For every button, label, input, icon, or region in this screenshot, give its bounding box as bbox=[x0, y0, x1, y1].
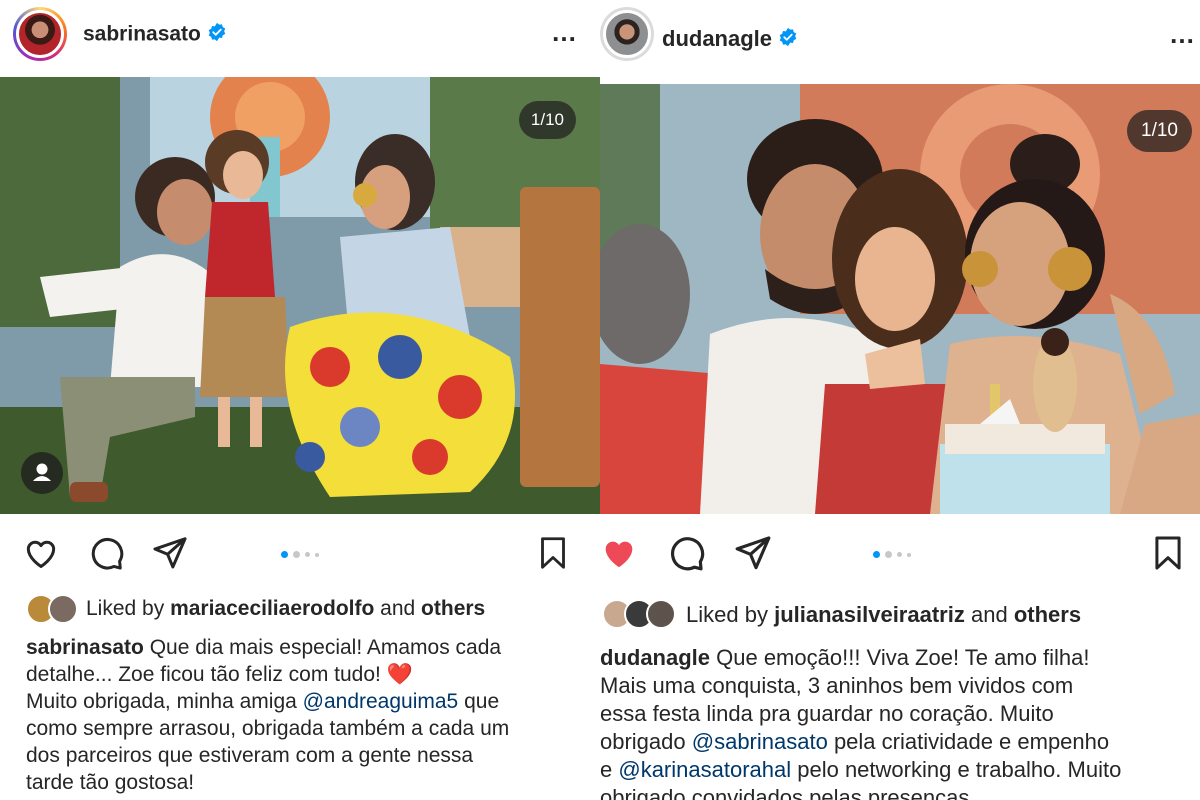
comment-icon bbox=[671, 537, 705, 571]
more-options-icon[interactable]: … bbox=[1169, 21, 1196, 47]
liker-avatar bbox=[646, 599, 676, 629]
caption-text: dos parceiros que estiveram com a gente … bbox=[26, 744, 474, 767]
username-link[interactable]: dudanagle bbox=[662, 26, 798, 53]
caption-text: essa festa linda pra guardar no coração.… bbox=[600, 701, 1054, 726]
verified-badge-icon bbox=[778, 27, 798, 53]
post-header: dudanagle … bbox=[600, 0, 1200, 72]
carousel-dot bbox=[293, 551, 300, 558]
likes-others-link[interactable]: others bbox=[421, 597, 485, 620]
likes-connector: and bbox=[380, 597, 416, 620]
liker-username-link[interactable]: mariaceciliaerodolfo bbox=[170, 597, 374, 620]
comment-button[interactable] bbox=[663, 530, 709, 576]
liker-username-link[interactable]: julianasilveiraatriz bbox=[774, 602, 965, 627]
avatar[interactable] bbox=[13, 7, 67, 61]
likes-prefix: Liked by bbox=[86, 597, 165, 620]
carousel-dot-active bbox=[281, 551, 288, 558]
share-button[interactable] bbox=[147, 530, 193, 576]
post-photo[interactable]: 1/10 bbox=[600, 84, 1200, 514]
bookmark-icon bbox=[1155, 536, 1181, 570]
likes-summary: Liked by mariaceciliaerodolfo and others bbox=[0, 592, 600, 628]
action-bar bbox=[600, 530, 1200, 580]
carousel-dot bbox=[897, 552, 902, 557]
more-options-icon[interactable]: … bbox=[551, 19, 578, 45]
liker-avatars[interactable] bbox=[602, 599, 676, 629]
post-dudanagle: dudanagle … 1/10 Liked by julianasilveir… bbox=[600, 0, 1200, 800]
caption-text: pela criatividade e empenho bbox=[827, 729, 1110, 754]
post-sabrinasato: sabrinasato … 1/10 Liked by mariacecilia… bbox=[0, 0, 600, 800]
caption-author-link[interactable]: dudanagle bbox=[600, 645, 710, 670]
likes-text[interactable]: Liked by mariaceciliaerodolfo and others bbox=[86, 597, 485, 621]
carousel-dot bbox=[305, 552, 310, 557]
comment-icon bbox=[91, 538, 124, 570]
caption-text: tarde tão gostosa! bbox=[26, 771, 195, 794]
action-bar bbox=[0, 530, 600, 580]
caption-text: obrigado bbox=[600, 729, 692, 754]
caption-text: e bbox=[600, 757, 619, 782]
liker-avatars[interactable] bbox=[26, 594, 78, 624]
post-photo[interactable]: 1/10 bbox=[0, 77, 600, 514]
comment-button[interactable] bbox=[83, 530, 129, 576]
caption-text: obrigado convidados pelas presenças. bbox=[600, 785, 976, 800]
verified-badge-icon bbox=[207, 22, 227, 48]
caption-text: como sempre arrasou, obrigada também a c… bbox=[26, 717, 510, 740]
likes-text[interactable]: Liked by julianasilveiraatriz and others bbox=[686, 602, 1081, 628]
mention-link[interactable]: @karinasatorahal bbox=[618, 757, 791, 782]
carousel-dot bbox=[885, 551, 892, 558]
mention-link[interactable]: @sabrinasato bbox=[692, 729, 828, 754]
carousel-dot bbox=[315, 552, 319, 557]
carousel-dots bbox=[873, 551, 911, 558]
caption-text: Mais uma conquista, 3 aninhos bem vivido… bbox=[600, 673, 1074, 698]
mention-link[interactable]: @andreaguima5 bbox=[303, 690, 459, 713]
red-heart-emoji-icon: ❤️ bbox=[386, 663, 413, 686]
like-button[interactable] bbox=[600, 530, 642, 576]
user-icon bbox=[33, 463, 51, 481]
likes-prefix: Liked by bbox=[686, 602, 768, 627]
photo-counter-badge: 1/10 bbox=[518, 101, 576, 139]
caption-text: detalhe... Zoe ficou tão feliz com tudo! bbox=[26, 663, 387, 686]
carousel-dot-active bbox=[873, 551, 880, 558]
caption-text: Que dia mais especial! Amamos cada bbox=[143, 636, 502, 659]
caption-text: Muito obrigada, minha amiga bbox=[26, 690, 303, 713]
username-text[interactable]: dudanagle bbox=[662, 26, 772, 51]
post-caption: sabrinasato Que dia mais especial! Amamo… bbox=[26, 634, 586, 796]
likes-connector: and bbox=[970, 602, 1008, 627]
send-icon bbox=[735, 536, 771, 570]
bookmark-icon bbox=[541, 537, 565, 569]
save-button[interactable] bbox=[1145, 530, 1191, 576]
caption-text: que bbox=[458, 690, 500, 713]
heart-outline-icon bbox=[26, 540, 56, 568]
username-text[interactable]: sabrinasato bbox=[83, 23, 201, 46]
caption-text: pelo networking e trabalho. Muito bbox=[791, 757, 1122, 782]
tagged-users-button[interactable] bbox=[21, 452, 63, 494]
liker-avatar bbox=[48, 594, 78, 624]
post-header: sabrinasato … bbox=[0, 0, 600, 72]
share-button[interactable] bbox=[730, 530, 776, 576]
save-button[interactable] bbox=[530, 530, 576, 576]
caption-text: Que emoção!!! Viva Zoe! Te amo filha! bbox=[710, 645, 1090, 670]
send-icon bbox=[153, 537, 187, 569]
avatar[interactable] bbox=[600, 7, 654, 61]
caption-author-link[interactable]: sabrinasato bbox=[26, 636, 144, 659]
likes-others-link[interactable]: others bbox=[1014, 602, 1081, 627]
heart-filled-icon bbox=[605, 541, 633, 568]
photo-counter-badge: 1/10 bbox=[1127, 110, 1192, 152]
carousel-dots bbox=[281, 551, 319, 558]
username-link[interactable]: sabrinasato bbox=[83, 22, 227, 48]
like-button[interactable] bbox=[18, 530, 64, 576]
carousel-dot bbox=[907, 552, 911, 557]
likes-summary: Liked by julianasilveiraatriz and others bbox=[600, 597, 1200, 633]
post-caption: dudanagle Que emoção!!! Viva Zoe! Te amo… bbox=[600, 644, 1195, 800]
